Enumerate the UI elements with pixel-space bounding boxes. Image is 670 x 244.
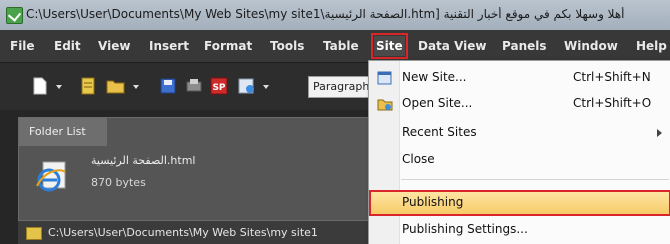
title-bar: C:\Users\User\Documents\My Web Sites\my …: [0, 0, 670, 30]
menu-help[interactable]: Help: [636, 36, 667, 56]
menu-item-shortcut: Ctrl+Shift+O: [573, 96, 652, 110]
menu-panels[interactable]: Panels: [502, 36, 547, 56]
new-dropdown-arrow-icon[interactable]: [56, 85, 62, 89]
menu-data-view[interactable]: Data View: [418, 36, 486, 56]
menu-edit[interactable]: Edit: [54, 36, 81, 56]
menu-file[interactable]: File: [10, 36, 35, 56]
save-icon[interactable]: [160, 77, 176, 95]
file-size: 870 bytes: [91, 176, 146, 189]
site-menu-dropdown: New Site... Ctrl+Shift+N Open Site... Ct…: [368, 60, 670, 244]
menu-window[interactable]: Window: [564, 36, 618, 56]
menu-item-new-site[interactable]: New Site... Ctrl+Shift+N: [369, 65, 670, 91]
menu-item-label: Close: [402, 152, 435, 166]
menu-item-label: New Site...: [402, 70, 467, 84]
menu-item-label: Publishing Settings...: [402, 222, 528, 236]
menu-view[interactable]: View: [98, 36, 130, 56]
window-title: C:\Users\User\Documents\My Web Sites\my …: [26, 7, 625, 21]
menu-item-close[interactable]: Close: [369, 147, 670, 173]
menu-tools[interactable]: Tools: [270, 36, 304, 56]
menu-format[interactable]: Format: [204, 36, 252, 56]
folder-path-bar: C:\Users\User\Documents\My Web Sites\my …: [18, 220, 378, 244]
folder-list-tab[interactable]: Folder List: [19, 118, 107, 146]
menu-table[interactable]: Table: [323, 36, 359, 56]
app-logo-icon: [6, 7, 23, 24]
open-folder-icon[interactable]: [106, 77, 126, 95]
page-icon[interactable]: [80, 77, 96, 95]
new-site-icon: [377, 71, 392, 85]
submenu-arrow-icon: [657, 129, 662, 137]
menu-item-label: Open Site...: [402, 96, 473, 110]
svg-text:SP: SP: [212, 83, 225, 93]
sharepoint-icon[interactable]: SP: [210, 77, 228, 95]
menu-bar: File Edit View Insert Format Tools Table…: [0, 30, 670, 63]
menu-site[interactable]: Site: [371, 33, 408, 59]
open-dropdown-arrow-icon[interactable]: [133, 85, 139, 89]
menu-item-shortcut: Ctrl+Shift+N: [573, 70, 651, 84]
menu-item-label: Publishing: [402, 195, 464, 209]
new-page-icon[interactable]: [32, 77, 48, 95]
folder-icon: [26, 227, 42, 240]
menu-item-publishing-settings[interactable]: Publishing Settings...: [369, 217, 670, 243]
menu-item-publishing[interactable]: Publishing: [369, 190, 670, 216]
menu-item-recent-sites[interactable]: Recent Sites: [369, 120, 670, 146]
preview-dropdown-arrow-icon[interactable]: [263, 85, 269, 89]
menu-item-open-site[interactable]: Open Site... Ctrl+Shift+O: [369, 91, 670, 117]
open-site-icon: [377, 99, 393, 111]
file-name[interactable]: الصفحة الرئيسية.html: [91, 154, 195, 167]
preview-browser-icon[interactable]: [238, 77, 256, 95]
menu-separator: [401, 179, 669, 180]
expression-web-window: C:\Users\User\Documents\My Web Sites\my …: [0, 0, 670, 244]
folder-path: C:\Users\User\Documents\My Web Sites\my …: [48, 226, 318, 239]
menu-insert[interactable]: Insert: [149, 36, 189, 56]
print-icon[interactable]: [186, 77, 202, 95]
menu-item-label: Recent Sites: [402, 125, 477, 139]
ie-page-icon[interactable]: [35, 160, 69, 194]
